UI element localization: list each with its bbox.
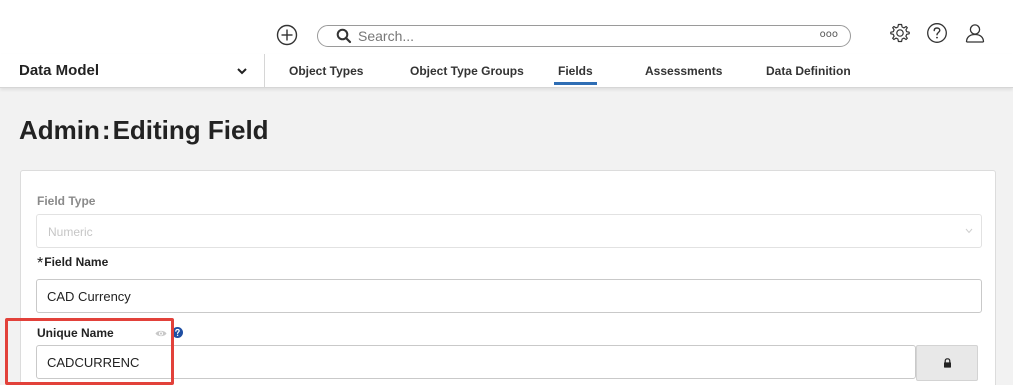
search-icon [336, 28, 352, 44]
chevron-down-icon [237, 68, 247, 75]
chevron-down-icon [965, 228, 973, 234]
field-name-input[interactable] [36, 279, 982, 313]
unlock-unique-name-button[interactable] [916, 345, 978, 381]
module-selector[interactable]: Data Model [0, 54, 265, 88]
tab-assessments[interactable]: Assessments [645, 64, 722, 78]
eye-icon[interactable] [155, 329, 167, 338]
help-circle-icon[interactable] [926, 22, 948, 44]
page-title: Admin:Editing Field [19, 115, 269, 146]
unique-name-input[interactable] [36, 345, 916, 379]
page-title-separator: : [101, 115, 111, 145]
field-type-select: Numeric [36, 214, 982, 248]
module-nav: Data Model Object Types Object Type Grou… [0, 54, 1013, 88]
settings-icon[interactable] [889, 22, 911, 44]
unique-name-label: Unique Name [37, 326, 114, 340]
field-name-label-text: Field Name [44, 255, 109, 269]
field-type-label: Field Type [37, 194, 96, 208]
field-type-value: Numeric [48, 225, 93, 239]
user-icon[interactable] [964, 22, 986, 44]
tab-data-definition[interactable]: Data Definition [766, 64, 851, 78]
field-name-label: *Field Name [37, 255, 108, 273]
add-icon[interactable] [276, 24, 298, 46]
page-title-prefix: Admin [19, 115, 100, 145]
search-input[interactable] [358, 28, 778, 44]
lock-icon [944, 358, 951, 368]
required-marker: * [37, 255, 44, 272]
edit-field-form: Field Type Numeric *Field Name Unique Na… [20, 170, 996, 385]
tab-object-types[interactable]: Object Types [289, 64, 363, 78]
tab-object-type-groups[interactable]: Object Type Groups [410, 64, 524, 78]
search-bar[interactable]: ooo [317, 25, 851, 47]
tab-fields[interactable]: Fields [554, 64, 597, 85]
top-header: ooo [0, 0, 1013, 54]
module-selector-label: Data Model [19, 62, 100, 79]
more-icon[interactable]: ooo [820, 29, 838, 40]
question-icon[interactable] [172, 327, 183, 338]
page-title-main: Editing Field [112, 115, 269, 145]
